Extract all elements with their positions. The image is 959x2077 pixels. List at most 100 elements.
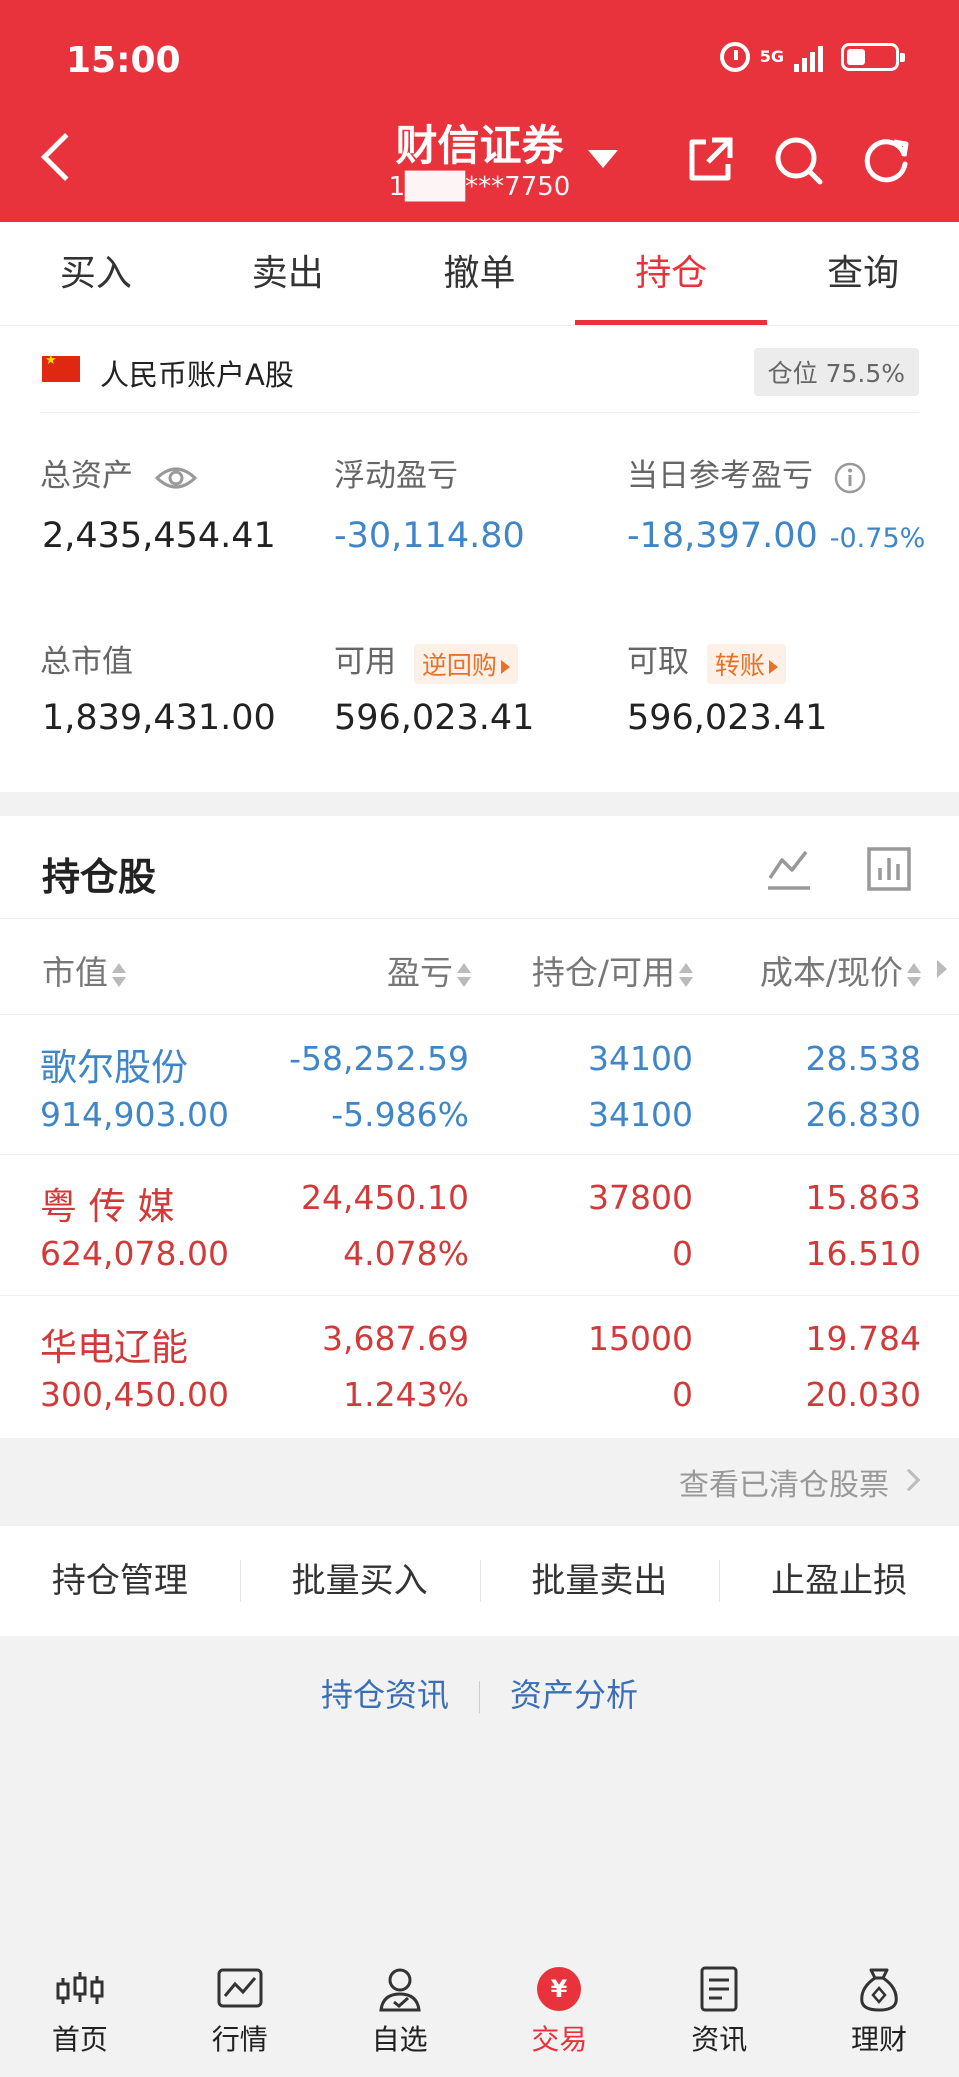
- daily-pl-label: 当日参考盈亏: [627, 450, 867, 495]
- user-check-icon: [378, 1968, 421, 2012]
- status-icons: 5G: [719, 42, 905, 72]
- tab-sell[interactable]: 卖出: [192, 222, 384, 325]
- daily-pl-percent: -0.75%: [829, 523, 926, 554]
- floating-pl-label: 浮动盈亏: [334, 458, 458, 494]
- available-label: 可用 逆回购: [334, 636, 518, 684]
- available-qty: 0: [672, 1234, 693, 1273]
- candlestick-icon: [56, 1972, 104, 2004]
- alarm-icon: [719, 42, 750, 72]
- search-icon[interactable]: [772, 134, 824, 186]
- current-price: 16.510: [805, 1234, 921, 1273]
- info-icon[interactable]: [833, 461, 867, 495]
- trend-chart-icon[interactable]: [766, 846, 812, 892]
- divider: [0, 918, 959, 919]
- profit-loss-percent: -5.986%: [331, 1095, 469, 1134]
- chart-line-icon: [217, 1968, 263, 2008]
- tab-holdings[interactable]: 持仓: [575, 222, 767, 325]
- column-cost-price[interactable]: 成本/现价: [760, 946, 921, 994]
- asset-analysis-link[interactable]: 资产分析: [480, 1670, 668, 1716]
- nav-market[interactable]: 行情: [160, 1960, 320, 2077]
- holdings-title: 持仓股: [42, 855, 157, 899]
- withdrawable-label: 可取 转账: [627, 636, 786, 684]
- total-assets-value: 2,435,454.41: [42, 516, 276, 556]
- profit-loss-percent: 1.243%: [343, 1375, 469, 1414]
- sort-icon: [457, 961, 471, 989]
- profit-loss: 3,687.69: [322, 1319, 469, 1358]
- batch-buy-button[interactable]: 批量买入: [239, 1526, 480, 1636]
- money-bag-icon: [860, 1968, 898, 2012]
- account-type: 人民币账户A股: [100, 358, 294, 392]
- current-price: 26.830: [805, 1095, 921, 1134]
- tab-query[interactable]: 查询: [767, 222, 959, 325]
- status-time: 15:00: [66, 40, 181, 81]
- network-label: 5G: [759, 47, 784, 66]
- available-qty: 34100: [588, 1095, 693, 1134]
- chevron-right-icon: [897, 1468, 921, 1492]
- stock-name: 歌尔股份: [40, 1046, 188, 1089]
- account-dropdown-icon[interactable]: [588, 150, 618, 168]
- column-pl[interactable]: 盈亏: [387, 946, 471, 994]
- daily-pl-value: -18,397.00 -0.75%: [627, 516, 926, 556]
- bottom-nav: 首页 行情 自选 ¥ 交易 资讯 理财: [0, 1960, 959, 2077]
- batch-sell-button[interactable]: 批量卖出: [479, 1526, 720, 1636]
- manage-holdings-button[interactable]: 持仓管理: [0, 1526, 240, 1636]
- nav-trade[interactable]: ¥ 交易: [479, 1960, 639, 2077]
- app-header: 15:00 5G 财信证券 1███***7750: [0, 0, 959, 222]
- document-icon: [700, 1966, 738, 2012]
- refresh-icon[interactable]: [860, 134, 912, 186]
- market-value-value: 1,839,431.00: [42, 698, 276, 738]
- floating-pl-value: -30,114.80: [334, 516, 525, 556]
- cost-price: 15.863: [805, 1178, 921, 1217]
- holdings-news-link[interactable]: 持仓资讯: [291, 1670, 479, 1716]
- stop-profit-loss-button[interactable]: 止盈止损: [719, 1526, 959, 1636]
- eye-icon[interactable]: [154, 464, 198, 492]
- nav-home[interactable]: 首页: [0, 1960, 160, 2077]
- cost-price: 28.538: [805, 1039, 921, 1078]
- holdings-section: 持仓股 市值 盈亏 持仓/可用 成本/现价 歌尔股份 914,903.00 -5…: [0, 816, 959, 1438]
- available-value: 596,023.41: [334, 698, 535, 738]
- nav-news[interactable]: 资讯: [639, 1960, 799, 2077]
- sort-icon: [907, 961, 921, 989]
- sort-icon: [112, 961, 126, 989]
- holdings-actions: 持仓管理 批量买入 批量卖出 止盈止损: [0, 1526, 959, 1636]
- nav-watchlist[interactable]: 自选: [320, 1960, 480, 2077]
- svg-text:¥: ¥: [551, 1975, 568, 2003]
- yuan-icon: ¥: [537, 1967, 582, 2011]
- market-value: 624,078.00: [40, 1234, 229, 1273]
- market-value: 300,450.00: [40, 1375, 229, 1414]
- battery-icon: [841, 43, 905, 71]
- account-summary: 人民币账户A股 仓位 75.5% 总资产 2,435,454.41 浮动盈亏 -…: [0, 326, 959, 792]
- profit-loss: 24,450.10: [301, 1178, 469, 1217]
- position-ratio-badge: 仓位 75.5%: [753, 348, 919, 396]
- divider: [40, 412, 919, 413]
- profit-loss: -58,252.59: [289, 1039, 469, 1078]
- stock-name: 粤 传 媒: [40, 1185, 175, 1228]
- china-flag-icon: [42, 353, 80, 382]
- tab-buy[interactable]: 买入: [0, 222, 192, 325]
- transfer-button[interactable]: 转账: [706, 643, 786, 684]
- current-price: 20.030: [805, 1375, 921, 1414]
- holding-row[interactable]: 粤 传 媒 624,078.00 24,450.10 4.078% 37800 …: [0, 1156, 959, 1296]
- extra-links: 持仓资讯 资产分析: [0, 1670, 959, 1716]
- holding-row[interactable]: 华电辽能 300,450.00 3,687.69 1.243% 15000 0 …: [0, 1297, 959, 1437]
- column-market-value[interactable]: 市值: [42, 946, 126, 994]
- nav-wealth[interactable]: 理财: [799, 1960, 959, 2077]
- signal-icon: [794, 42, 823, 72]
- position-qty: 34100: [588, 1039, 693, 1078]
- bar-chart-icon[interactable]: [866, 846, 912, 892]
- more-columns-icon[interactable]: [937, 960, 947, 978]
- tab-cancel[interactable]: 撤单: [384, 222, 576, 325]
- market-value-label: 总市值: [40, 644, 133, 680]
- holding-row[interactable]: 歌尔股份 914,903.00 -58,252.59 -5.986% 34100…: [0, 1015, 959, 1155]
- cleared-stocks-link[interactable]: 查看已清仓股票: [0, 1438, 959, 1524]
- cost-price: 19.784: [805, 1319, 921, 1358]
- market-value: 914,903.00: [40, 1095, 229, 1134]
- cleared-stocks-label: 查看已清仓股票: [679, 1468, 889, 1503]
- reverse-repo-button[interactable]: 逆回购: [413, 643, 518, 684]
- position-qty: 15000: [588, 1319, 693, 1358]
- share-icon[interactable]: [684, 134, 736, 186]
- profit-loss-percent: 4.078%: [343, 1234, 469, 1273]
- total-assets-label: 总资产: [40, 450, 198, 495]
- position-qty: 37800: [588, 1178, 693, 1217]
- column-position[interactable]: 持仓/可用: [532, 946, 693, 994]
